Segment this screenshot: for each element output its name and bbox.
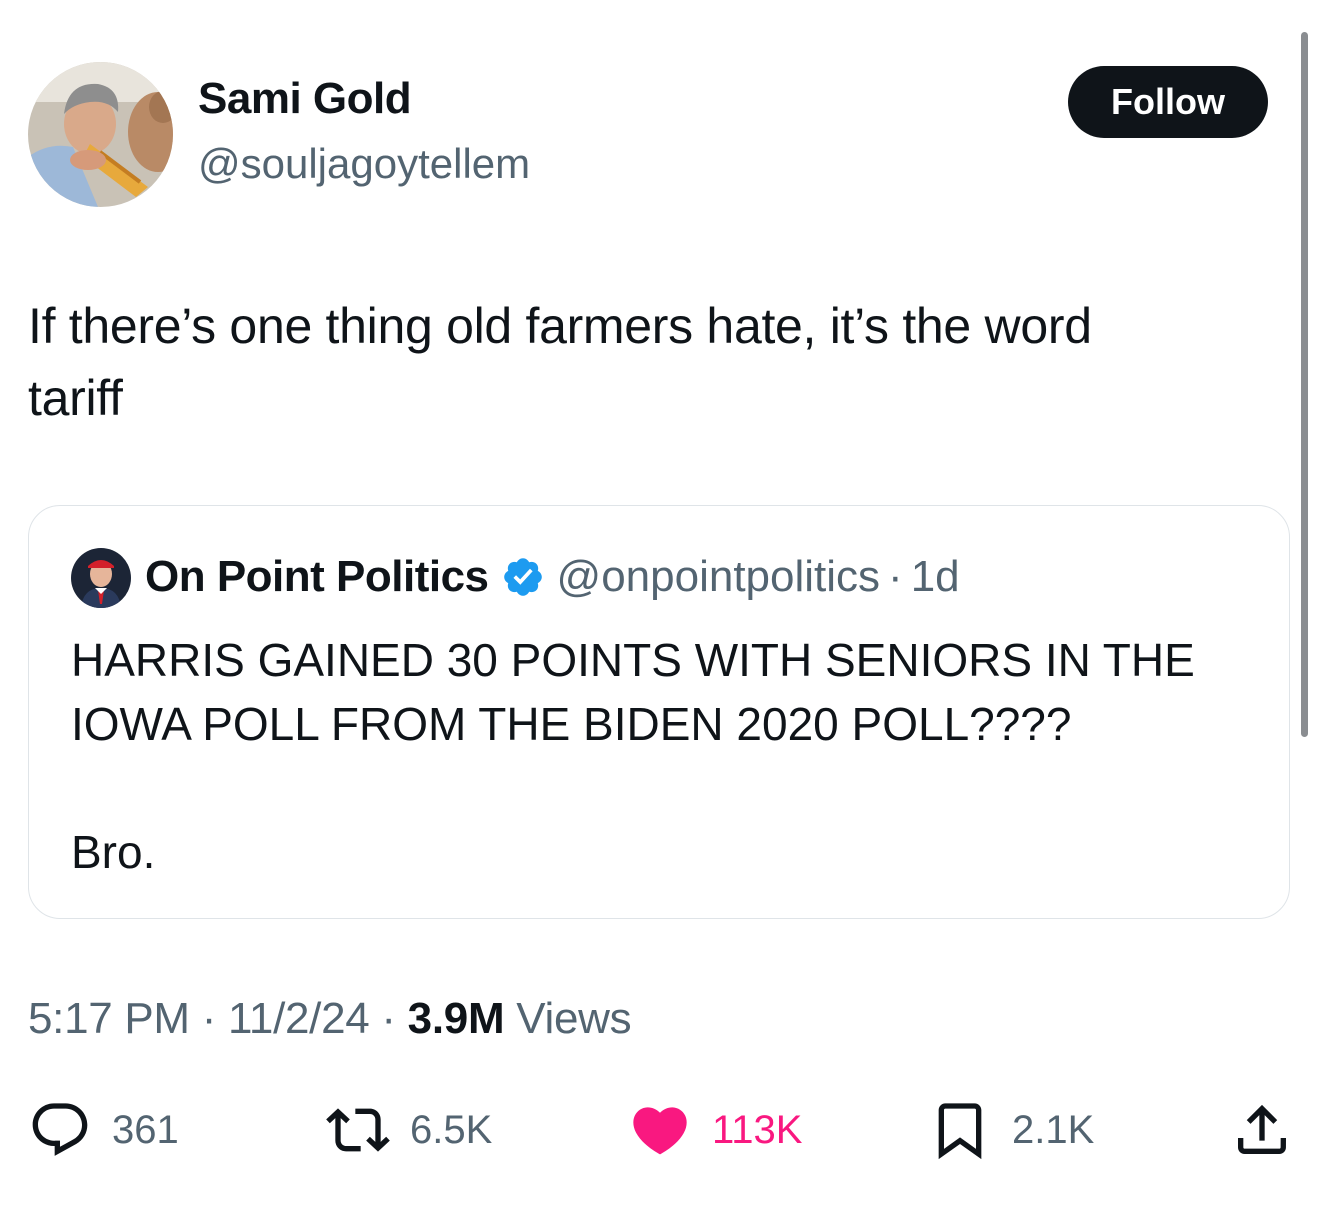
separator-dot: · bbox=[888, 552, 903, 601]
separator-dot: · bbox=[201, 994, 217, 1043]
quoted-tweet-time[interactable]: 1d bbox=[911, 552, 960, 602]
author-handle[interactable]: @souljagoytellem bbox=[198, 140, 530, 188]
quoted-author-handle[interactable]: @onpointpolitics bbox=[557, 552, 881, 602]
quoted-author-avatar[interactable] bbox=[71, 548, 131, 608]
tweet-text: If there’s one thing old farmers hate, i… bbox=[28, 290, 1278, 434]
bookmark-button[interactable]: 2.1K bbox=[928, 1098, 1094, 1162]
bookmark-count: 2.1K bbox=[1012, 1107, 1095, 1152]
quoted-tweet-card[interactable]: On Point Politics @onpointpolitics · 1d … bbox=[28, 505, 1290, 919]
reply-button[interactable]: 361 bbox=[28, 1098, 179, 1162]
reply-icon bbox=[32, 1103, 88, 1156]
tweet-time[interactable]: 5:17 PM bbox=[28, 994, 190, 1043]
share-button[interactable] bbox=[1230, 1098, 1294, 1162]
reply-count: 361 bbox=[112, 1107, 179, 1152]
scrollbar[interactable] bbox=[1301, 32, 1308, 737]
quoted-tweet-header: On Point Politics @onpointpolitics · 1d bbox=[145, 552, 960, 602]
repost-button[interactable]: 6.5K bbox=[326, 1098, 492, 1162]
tweet-text-line-1: If there’s one thing old farmers hate, i… bbox=[28, 298, 1092, 354]
views-label: Views bbox=[516, 994, 632, 1043]
repost-icon bbox=[326, 1108, 390, 1152]
heart-filled-icon bbox=[633, 1107, 687, 1155]
like-button[interactable]: 113K bbox=[628, 1098, 802, 1162]
share-icon bbox=[1238, 1104, 1286, 1154]
author-avatar[interactable] bbox=[28, 62, 173, 207]
like-count: 113K bbox=[712, 1107, 803, 1152]
verified-badge-icon bbox=[503, 558, 542, 596]
quoted-author-name[interactable]: On Point Politics bbox=[145, 552, 489, 602]
repost-count: 6.5K bbox=[410, 1107, 493, 1152]
views-count: 3.9M bbox=[407, 994, 505, 1043]
quoted-tweet-text-2: Bro. bbox=[71, 826, 156, 878]
tweet-meta: 5:17 PM · 11/2/24 · 3.9M Views bbox=[28, 994, 632, 1044]
author-name[interactable]: Sami Gold bbox=[198, 74, 412, 124]
quoted-avatar-image bbox=[71, 548, 131, 608]
author-avatar-image bbox=[28, 62, 173, 207]
separator-dot: · bbox=[381, 994, 396, 1043]
quoted-tweet-text: HARRIS GAINED 30 POINTS WITH SENIORS IN … bbox=[71, 634, 1195, 750]
tweet-date[interactable]: 11/2/24 bbox=[228, 994, 370, 1043]
bookmark-icon bbox=[938, 1103, 982, 1160]
tweet-text-line-2: tariff bbox=[28, 370, 123, 426]
follow-button[interactable]: Follow bbox=[1068, 66, 1268, 138]
